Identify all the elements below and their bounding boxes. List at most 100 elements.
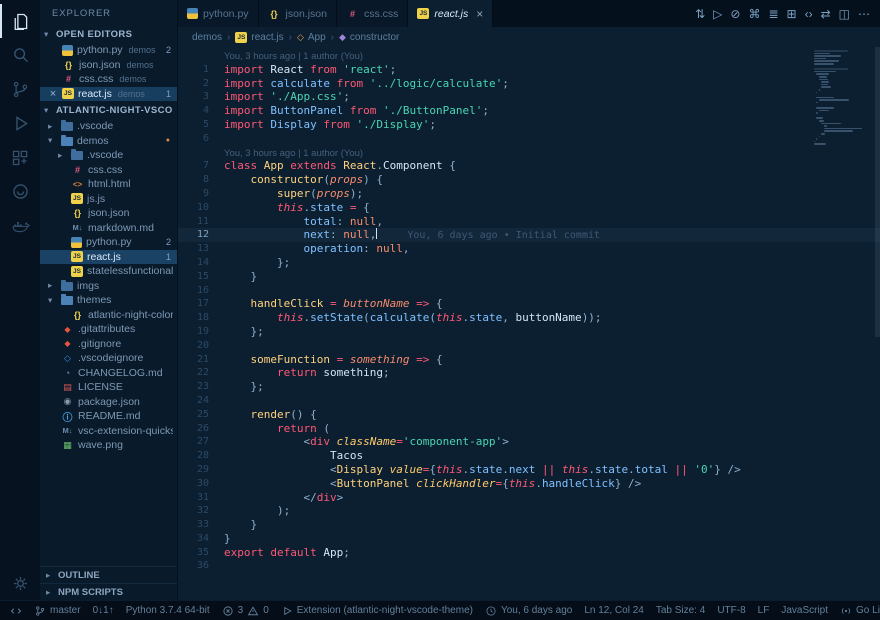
open-editor-json-json[interactable]: {} json.json demos: [40, 58, 177, 73]
code-line[interactable]: 23 };: [178, 380, 880, 394]
breadcrumb-demos[interactable]: demos: [192, 32, 222, 43]
codelens-label[interactable]: You, 3 hours ago | 1 author (You): [224, 51, 363, 62]
tree-item-gitattributes[interactable]: ◆ .gitattributes: [40, 322, 177, 337]
status-cursor-position[interactable]: Ln 12, Col 24: [578, 601, 650, 620]
tree-item-vscode[interactable]: ▸ .vscode: [40, 119, 177, 134]
tree-item-vsc-extension-quickstart-md[interactable]: M↓ vsc-extension-quickstart.md: [40, 424, 177, 439]
code-line[interactable]: 4 import ButtonPanel from './ButtonPanel'…: [178, 104, 880, 118]
tree-item-gitignore[interactable]: ◆ .gitignore: [40, 337, 177, 352]
code-line[interactable]: 6: [178, 132, 880, 146]
tab-react-js[interactable]: JS react.js ×: [408, 0, 494, 27]
tree-item-demos[interactable]: ▾ demos ●: [40, 134, 177, 149]
activity-docker-button[interactable]: [0, 208, 40, 242]
code-line[interactable]: 19 };: [178, 325, 880, 339]
status-encoding[interactable]: UTF-8: [711, 601, 751, 620]
tree-item-html-html[interactable]: <> html.html: [40, 177, 177, 192]
open-editor-css-css[interactable]: # css.css demos: [40, 72, 177, 87]
tree-item-python-py[interactable]: python.py 2: [40, 235, 177, 250]
activity-run-debug-button[interactable]: [0, 106, 40, 140]
code-editor[interactable]: You, 3 hours ago | 1 author (You) 1 import…: [178, 47, 880, 600]
output-icon[interactable]: ≣: [768, 7, 778, 21]
code-line[interactable]: 11 total: null,: [178, 215, 880, 229]
status-eol[interactable]: LF: [752, 601, 776, 620]
activity-search-button[interactable]: [0, 38, 40, 72]
toggle-changes-icon[interactable]: ⇅: [695, 7, 705, 21]
code-line[interactable]: 35 export default App;: [178, 546, 880, 560]
tree-item-markdown-md[interactable]: M↓ markdown.md: [40, 221, 177, 236]
open-preview-icon[interactable]: ⊞: [787, 7, 797, 21]
inline-view-icon[interactable]: ‹›: [805, 7, 813, 21]
tree-item-atlantic-night-color-them[interactable]: {} atlantic-night-color-them...: [40, 308, 177, 323]
status-remote[interactable]: [4, 601, 28, 620]
tree-item-readme-md[interactable]: ⓘ README.md: [40, 409, 177, 424]
scrollbar-thumb[interactable]: [875, 47, 880, 337]
code-line[interactable]: 20: [178, 339, 880, 353]
code-line[interactable]: 8 constructor(props) {: [178, 173, 880, 187]
code-line[interactable]: 26 return (: [178, 422, 880, 436]
more-actions-icon[interactable]: ⋯: [858, 7, 870, 21]
tree-item-vscodeignore[interactable]: ◇ .vscodeignore: [40, 351, 177, 366]
tree-item-react-js[interactable]: JS react.js 1: [40, 249, 177, 264]
activity-live-share-button[interactable]: [0, 174, 40, 208]
tree-item-css-css[interactable]: # css.css: [40, 163, 177, 178]
code-line[interactable]: 10 this.state = {: [178, 201, 880, 215]
tree-item-changelog-md[interactable]: ◔ CHANGELOG.md: [40, 366, 177, 381]
activity-manage-button[interactable]: [0, 566, 40, 600]
code-line[interactable]: 21 someFunction = something => {: [178, 353, 880, 367]
code-line[interactable]: 1 import React from 'react';: [178, 63, 880, 77]
open-editors-header[interactable]: ▾ OPEN EDITORS: [40, 25, 177, 43]
activity-source-control-button[interactable]: [0, 72, 40, 106]
status-branch[interactable]: master: [28, 601, 87, 620]
code-line[interactable]: 3 import './App.css';: [178, 90, 880, 104]
activity-explorer-button[interactable]: [0, 4, 40, 38]
code-line[interactable]: 32 );: [178, 504, 880, 518]
tree-item-js-js[interactable]: JS js.js: [40, 192, 177, 207]
command-palette-icon[interactable]: ⌘: [748, 7, 760, 21]
code-line[interactable]: 13 operation: null,: [178, 242, 880, 256]
activity-extensions-button[interactable]: [0, 140, 40, 174]
code-line[interactable]: 9 super(props);: [178, 187, 880, 201]
tab-json-json[interactable]: {} json.json: [258, 0, 337, 27]
tree-item-imgs[interactable]: ▸ imgs: [40, 279, 177, 294]
section-npm-scripts[interactable]: ▸ NPM SCRIPTS: [40, 583, 177, 600]
tab-css-css[interactable]: # css.css: [337, 0, 409, 27]
codelens-label[interactable]: You, 3 hours ago | 1 author (You): [224, 148, 363, 159]
breadcrumb-constructor[interactable]: ◆ constructor: [339, 32, 399, 43]
status-language-mode[interactable]: JavaScript: [775, 601, 834, 620]
code-line[interactable]: 28 Tacos: [178, 449, 880, 463]
open-changes-icon[interactable]: ⊘: [730, 7, 740, 21]
status-problems[interactable]: 30: [216, 601, 275, 620]
code-line[interactable]: 27 <div className='component-app'>: [178, 435, 880, 449]
code-line[interactable]: 22 return something;: [178, 366, 880, 380]
section-outline[interactable]: ▸ OUTLINE: [40, 566, 177, 583]
code-line[interactable]: 7 class App extends React.Component {: [178, 159, 880, 173]
code-line[interactable]: 17 handleClick = buttonName => {: [178, 297, 880, 311]
switch-editor-icon[interactable]: ⇄: [821, 7, 831, 21]
tree-item-package-json[interactable]: ◉ package.json: [40, 395, 177, 410]
code-line[interactable]: 12 next: null, You, 6 days ago • Initial …: [178, 228, 880, 243]
open-editor-python-py[interactable]: python.py demos 2: [40, 43, 177, 58]
tree-item-license[interactable]: ▤ LICENSE: [40, 380, 177, 395]
status-sync-changes[interactable]: 0↓1↑: [87, 601, 120, 620]
code-line[interactable]: 25 render() {: [178, 408, 880, 422]
code-line[interactable]: 14 };: [178, 256, 880, 270]
status-extension-host[interactable]: Extension (atlantic-night-vscode-theme): [275, 601, 479, 620]
tree-item-statelessfunctionalreact-js[interactable]: JS statelessfunctionalreact.js: [40, 264, 177, 279]
breadcrumb-react-js[interactable]: JS react.js: [235, 31, 284, 43]
code-line[interactable]: 18 this.setState(calculate(this.state, b…: [178, 311, 880, 325]
tree-item-themes[interactable]: ▾ themes: [40, 293, 177, 308]
code-line[interactable]: 33 }: [178, 518, 880, 532]
code-line[interactable]: 15 }: [178, 270, 880, 284]
run-icon[interactable]: ▷: [713, 7, 722, 21]
tab-close-icon[interactable]: ×: [476, 7, 483, 21]
tree-item-wave-png[interactable]: ▦ wave.png: [40, 438, 177, 453]
status-live-server[interactable]: Go Live: [834, 601, 880, 620]
breadcrumb-app[interactable]: ◇ App: [297, 32, 326, 43]
tree-item-vscode[interactable]: ▸ .vscode: [40, 148, 177, 163]
workspace-header[interactable]: ▾ ATLANTIC-NIGHT-VSCODE-THEME: [40, 101, 177, 119]
code-line[interactable]: 36: [178, 559, 880, 573]
status-python-interpreter[interactable]: Python 3.7.4 64-bit: [120, 601, 216, 620]
split-editor-icon[interactable]: ◫: [839, 7, 850, 21]
code-line[interactable]: 30 <ButtonPanel clickHandler={this.handl…: [178, 477, 880, 491]
code-line[interactable]: 5 import Display from './Display';: [178, 118, 880, 132]
